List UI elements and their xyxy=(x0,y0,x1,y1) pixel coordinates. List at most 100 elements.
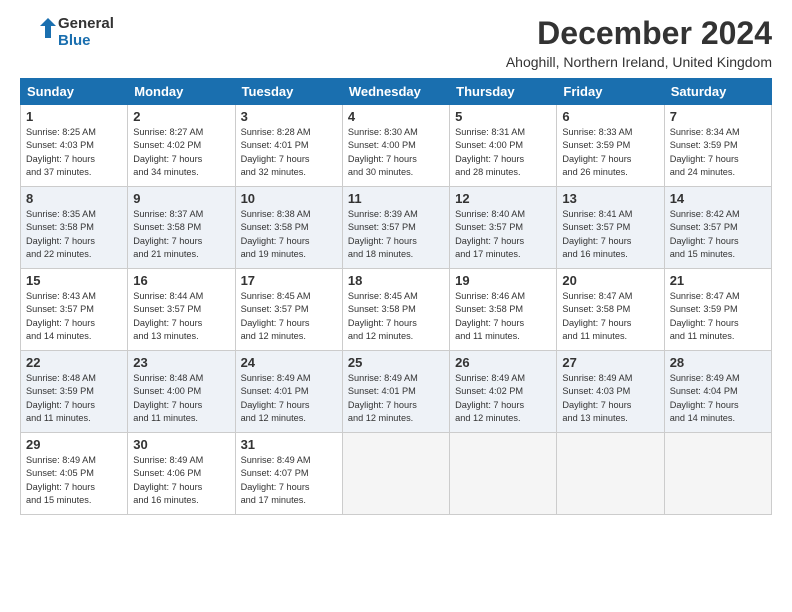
logo-general: General xyxy=(58,15,114,32)
day-number: 31 xyxy=(241,437,337,452)
calendar-cell xyxy=(450,433,557,515)
day-info: Sunrise: 8:37 AMSunset: 3:58 PMDaylight:… xyxy=(133,208,229,261)
calendar-cell: 5Sunrise: 8:31 AMSunset: 4:00 PMDaylight… xyxy=(450,105,557,187)
calendar-cell xyxy=(342,433,449,515)
calendar-cell: 29Sunrise: 8:49 AMSunset: 4:05 PMDayligh… xyxy=(21,433,128,515)
calendar-cell: 25 Sunrise: 8:49 AMSunset: 4:01 PMDayligh… xyxy=(342,351,449,433)
title-block: December 2024 Ahoghill, Northern Ireland… xyxy=(506,15,772,70)
calendar-cell xyxy=(664,433,771,515)
day-number: 13 xyxy=(562,191,658,206)
day-number: 22 xyxy=(26,355,122,370)
day-number: 7 xyxy=(670,109,766,124)
calendar-week-row: 8 Sunrise: 8:35 AMSunset: 3:58 PMDaylight… xyxy=(21,187,772,269)
day-info: Sunrise: 8:48 AMSunset: 4:00 PMDaylight:… xyxy=(133,372,229,425)
day-number: 15 xyxy=(26,273,122,288)
day-number: 17 xyxy=(241,273,337,288)
logo-svg xyxy=(20,16,56,48)
calendar-cell: 27 Sunrise: 8:49 AMSunset: 4:03 PMDayligh… xyxy=(557,351,664,433)
calendar-cell: 12Sunrise: 8:40 AMSunset: 3:57 PMDayligh… xyxy=(450,187,557,269)
calendar-cell: 9 Sunrise: 8:37 AMSunset: 3:58 PMDaylight… xyxy=(128,187,235,269)
day-number: 25 xyxy=(348,355,444,370)
logo: General Blue xyxy=(20,15,114,49)
day-number: 19 xyxy=(455,273,551,288)
day-info: Sunrise: 8:35 AMSunset: 3:58 PMDaylight:… xyxy=(26,208,122,261)
calendar-cell: 1Sunrise: 8:25 AMSunset: 4:03 PMDaylight… xyxy=(21,105,128,187)
calendar-day-header: Tuesday xyxy=(235,79,342,105)
calendar-cell: 3 Sunrise: 8:28 AMSunset: 4:01 PMDaylight… xyxy=(235,105,342,187)
day-info: Sunrise: 8:49 AMSunset: 4:01 PMDaylight:… xyxy=(348,372,444,425)
calendar-cell: 21Sunrise: 8:47 AMSunset: 3:59 PMDayligh… xyxy=(664,269,771,351)
day-number: 2 xyxy=(133,109,229,124)
calendar-cell: 14 Sunrise: 8:42 AMSunset: 3:57 PMDayligh… xyxy=(664,187,771,269)
calendar-cell: 26Sunrise: 8:49 AMSunset: 4:02 PMDayligh… xyxy=(450,351,557,433)
page: General Blue December 2024 Ahoghill, Nor… xyxy=(0,0,792,612)
day-number: 26 xyxy=(455,355,551,370)
day-number: 30 xyxy=(133,437,229,452)
day-info: Sunrise: 8:34 AMSunset: 3:59 PMDaylight:… xyxy=(670,126,766,179)
calendar-cell: 6 Sunrise: 8:33 AMSunset: 3:59 PMDaylight… xyxy=(557,105,664,187)
subtitle: Ahoghill, Northern Ireland, United Kingd… xyxy=(506,54,772,70)
day-info: Sunrise: 8:28 AMSunset: 4:01 PMDaylight:… xyxy=(241,126,337,179)
calendar-week-row: 22 Sunrise: 8:48 AMSunset: 3:59 PMDayligh… xyxy=(21,351,772,433)
logo-blue: Blue xyxy=(58,32,114,49)
day-number: 12 xyxy=(455,191,551,206)
calendar-cell xyxy=(557,433,664,515)
calendar-day-header: Wednesday xyxy=(342,79,449,105)
calendar-cell: 10Sunrise: 8:38 AMSunset: 3:58 PMDayligh… xyxy=(235,187,342,269)
calendar-cell: 20 Sunrise: 8:47 AMSunset: 3:58 PMDayligh… xyxy=(557,269,664,351)
day-info: Sunrise: 8:44 AMSunset: 3:57 PMDaylight:… xyxy=(133,290,229,343)
day-info: Sunrise: 8:27 AMSunset: 4:02 PMDaylight:… xyxy=(133,126,229,179)
day-info: Sunrise: 8:49 AMSunset: 4:03 PMDaylight:… xyxy=(562,372,658,425)
day-number: 5 xyxy=(455,109,551,124)
calendar-cell: 2 Sunrise: 8:27 AMSunset: 4:02 PMDaylight… xyxy=(128,105,235,187)
day-number: 14 xyxy=(670,191,766,206)
day-info: Sunrise: 8:39 AMSunset: 3:57 PMDaylight:… xyxy=(348,208,444,261)
calendar-week-row: 29Sunrise: 8:49 AMSunset: 4:05 PMDayligh… xyxy=(21,433,772,515)
day-number: 11 xyxy=(348,191,444,206)
day-info: Sunrise: 8:48 AMSunset: 3:59 PMDaylight:… xyxy=(26,372,122,425)
day-number: 24 xyxy=(241,355,337,370)
calendar-cell: 22 Sunrise: 8:48 AMSunset: 3:59 PMDayligh… xyxy=(21,351,128,433)
calendar-cell: 8 Sunrise: 8:35 AMSunset: 3:58 PMDaylight… xyxy=(21,187,128,269)
day-number: 16 xyxy=(133,273,229,288)
calendar-day-header: Sunday xyxy=(21,79,128,105)
day-info: Sunrise: 8:49 AMSunset: 4:07 PMDaylight:… xyxy=(241,454,337,507)
calendar-cell: 18Sunrise: 8:45 AMSunset: 3:58 PMDayligh… xyxy=(342,269,449,351)
calendar-cell: 13Sunrise: 8:41 AMSunset: 3:57 PMDayligh… xyxy=(557,187,664,269)
main-title: December 2024 xyxy=(506,15,772,52)
day-number: 6 xyxy=(562,109,658,124)
day-info: Sunrise: 8:49 AMSunset: 4:01 PMDaylight:… xyxy=(241,372,337,425)
calendar-cell: 11 Sunrise: 8:39 AMSunset: 3:57 PMDayligh… xyxy=(342,187,449,269)
day-info: Sunrise: 8:47 AMSunset: 3:59 PMDaylight:… xyxy=(670,290,766,343)
day-number: 9 xyxy=(133,191,229,206)
day-info: Sunrise: 8:46 AMSunset: 3:58 PMDaylight:… xyxy=(455,290,551,343)
day-number: 8 xyxy=(26,191,122,206)
day-number: 4 xyxy=(348,109,444,124)
day-info: Sunrise: 8:30 AMSunset: 4:00 PMDaylight:… xyxy=(348,126,444,179)
day-info: Sunrise: 8:49 AMSunset: 4:05 PMDaylight:… xyxy=(26,454,122,507)
header: General Blue December 2024 Ahoghill, Nor… xyxy=(20,15,772,70)
calendar-cell: 15 Sunrise: 8:43 AMSunset: 3:57 PMDayligh… xyxy=(21,269,128,351)
calendar-cell: 4 Sunrise: 8:30 AMSunset: 4:00 PMDaylight… xyxy=(342,105,449,187)
day-info: Sunrise: 8:33 AMSunset: 3:59 PMDaylight:… xyxy=(562,126,658,179)
day-info: Sunrise: 8:49 AMSunset: 4:04 PMDaylight:… xyxy=(670,372,766,425)
day-number: 20 xyxy=(562,273,658,288)
calendar-table: SundayMondayTuesdayWednesdayThursdayFrid… xyxy=(20,78,772,515)
day-info: Sunrise: 8:43 AMSunset: 3:57 PMDaylight:… xyxy=(26,290,122,343)
calendar-cell: 23Sunrise: 8:48 AMSunset: 4:00 PMDayligh… xyxy=(128,351,235,433)
day-info: Sunrise: 8:47 AMSunset: 3:58 PMDaylight:… xyxy=(562,290,658,343)
day-number: 27 xyxy=(562,355,658,370)
day-info: Sunrise: 8:42 AMSunset: 3:57 PMDaylight:… xyxy=(670,208,766,261)
day-number: 1 xyxy=(26,109,122,124)
calendar-day-header: Friday xyxy=(557,79,664,105)
calendar-cell: 17Sunrise: 8:45 AMSunset: 3:57 PMDayligh… xyxy=(235,269,342,351)
calendar-week-row: 15 Sunrise: 8:43 AMSunset: 3:57 PMDayligh… xyxy=(21,269,772,351)
day-number: 28 xyxy=(670,355,766,370)
calendar-cell: 31 Sunrise: 8:49 AMSunset: 4:07 PMDayligh… xyxy=(235,433,342,515)
calendar-week-row: 1Sunrise: 8:25 AMSunset: 4:03 PMDaylight… xyxy=(21,105,772,187)
calendar-cell: 24 Sunrise: 8:49 AMSunset: 4:01 PMDayligh… xyxy=(235,351,342,433)
day-info: Sunrise: 8:38 AMSunset: 3:58 PMDaylight:… xyxy=(241,208,337,261)
calendar-cell: 7 Sunrise: 8:34 AMSunset: 3:59 PMDaylight… xyxy=(664,105,771,187)
day-number: 3 xyxy=(241,109,337,124)
calendar-day-header: Saturday xyxy=(664,79,771,105)
